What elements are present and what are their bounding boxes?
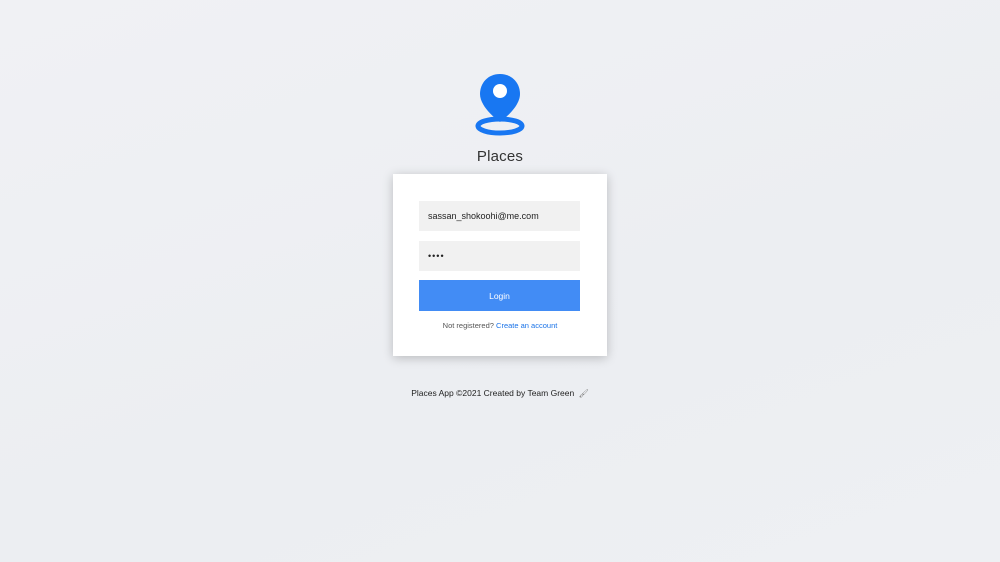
footer-text: Places App ©2021 Created by Team Green (411, 388, 575, 398)
register-prompt-line: Not registered? Create an account (393, 321, 607, 330)
brand-header: Places (0, 72, 1000, 165)
footer: Places App ©2021 Created by Team Green 🖌 (0, 388, 1000, 398)
login-page: Places sassan_shokoohi@me.com •••• Login… (0, 0, 1000, 562)
brush-icon: 🖌 (578, 389, 589, 398)
map-pin-icon (475, 74, 525, 136)
create-account-link[interactable]: Create an account (496, 321, 557, 330)
app-title: Places (476, 148, 524, 165)
login-card: sassan_shokoohi@me.com •••• Login Not re… (393, 174, 607, 356)
email-field[interactable]: sassan_shokoohi@me.com (419, 201, 580, 231)
login-button[interactable]: Login (419, 280, 580, 311)
password-field[interactable]: •••• (419, 241, 580, 271)
register-prompt-text: Not registered? (442, 321, 494, 330)
